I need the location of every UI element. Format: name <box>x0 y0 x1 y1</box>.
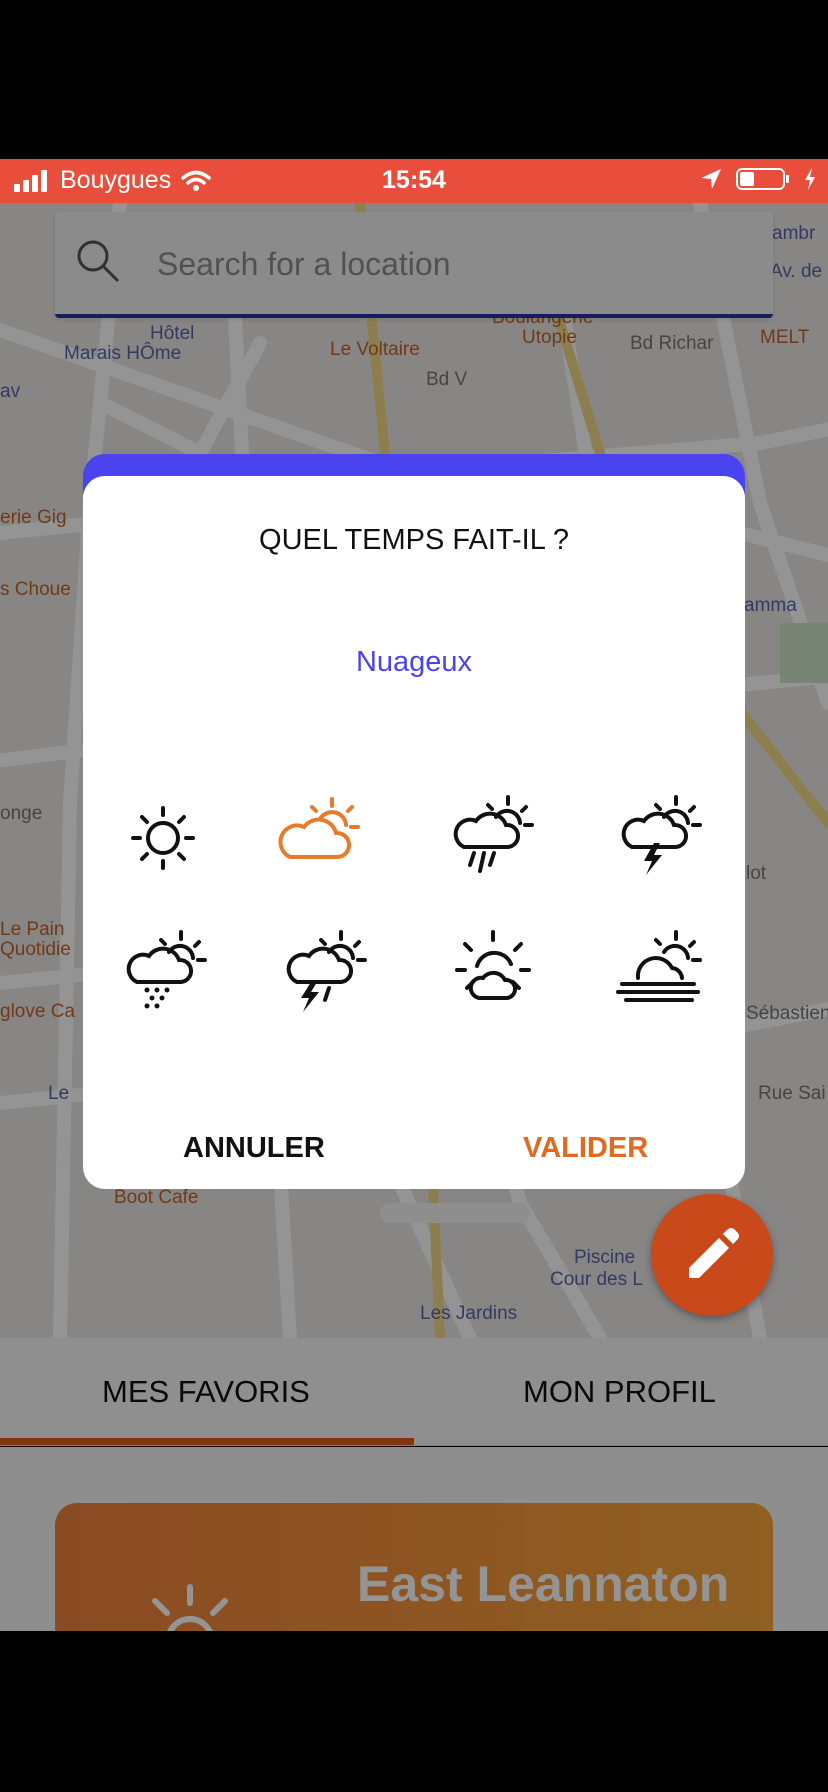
cancel-button[interactable]: ANNULER <box>183 1132 325 1165</box>
sun-icon[interactable] <box>113 788 213 888</box>
fog-icon[interactable] <box>608 916 708 1016</box>
selected-weather-label: Nuageux <box>355 646 473 678</box>
charging-icon <box>805 168 815 190</box>
dialog-title: QUEL TEMPS FAIT-IL ? <box>259 524 569 556</box>
partly-cloudy-icon[interactable] <box>268 781 368 881</box>
app-screen: Bouygues 15:54 ambr Av. de Hôtel Marais … <box>0 0 828 1792</box>
battery-icon <box>736 168 789 190</box>
status-bar: Bouygues 15:54 <box>0 159 828 203</box>
confirm-button[interactable]: VALIDER <box>523 1132 648 1165</box>
thunder-icon[interactable] <box>608 781 708 881</box>
sun-behind-cloud-icon[interactable] <box>443 916 543 1016</box>
pencil-icon <box>689 1228 739 1278</box>
edit-fab-button[interactable] <box>651 1194 773 1316</box>
snow-icon[interactable] <box>113 916 213 1016</box>
thunder-rain-icon[interactable] <box>273 916 373 1016</box>
location-arrow-icon <box>701 169 721 189</box>
weather-dialog: QUEL TEMPS FAIT-IL ? Nuageux ANNULER VAL… <box>83 476 745 1189</box>
rain-icon[interactable] <box>440 781 540 881</box>
